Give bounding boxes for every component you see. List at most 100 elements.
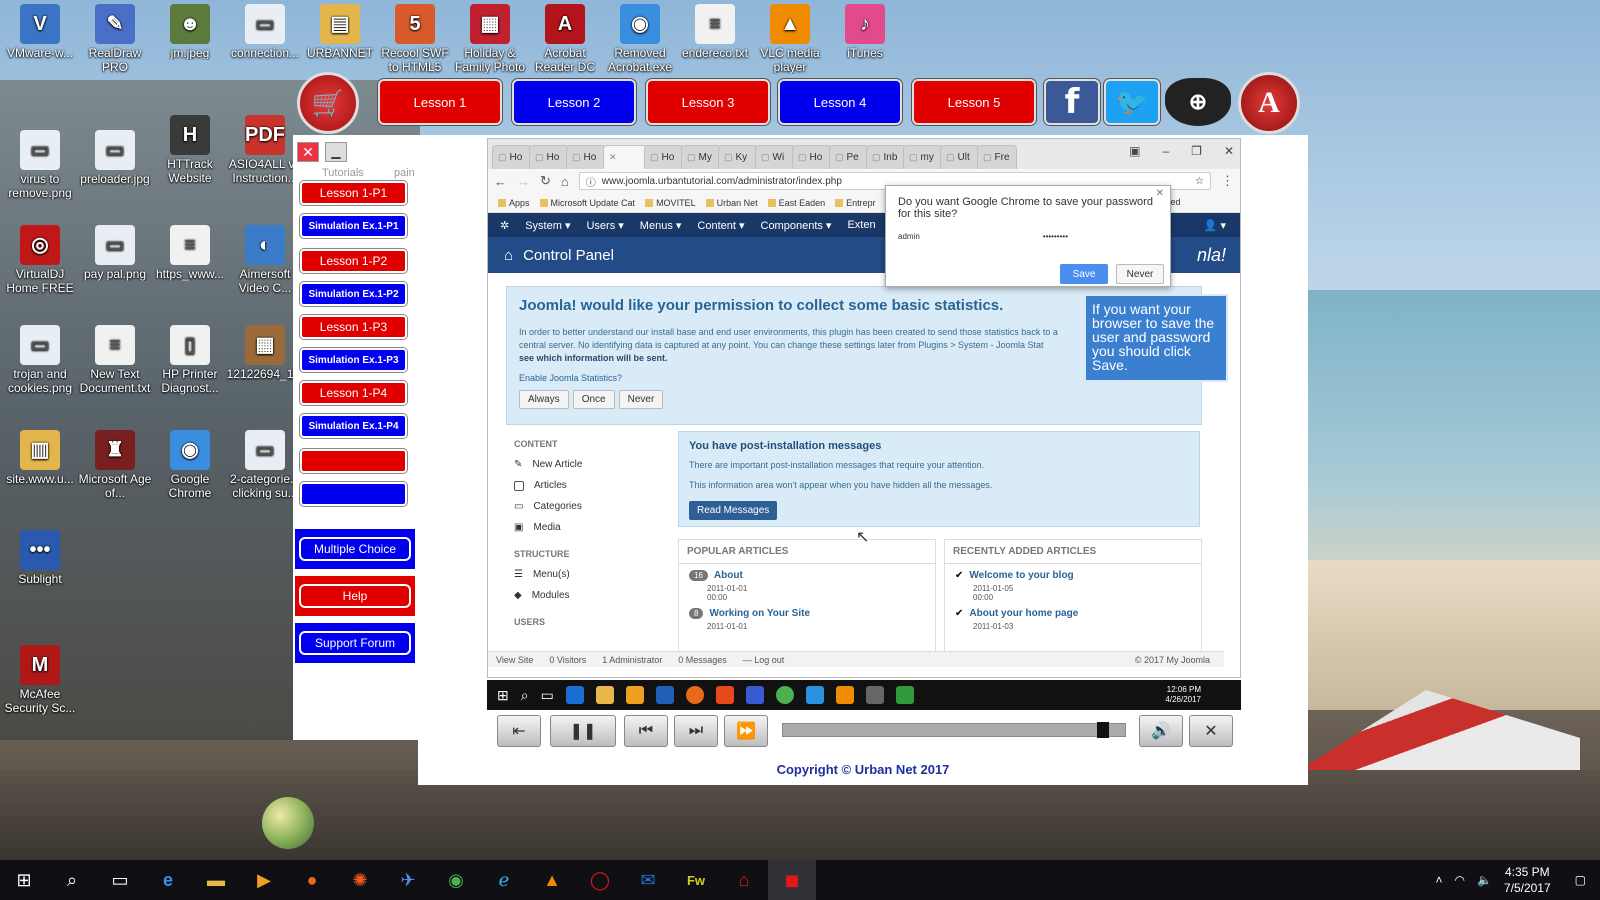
lesson-part-button[interactable] [300, 482, 407, 506]
windows-start-icon[interactable]: ⊞ [497, 687, 509, 704]
list-item[interactable]: 8 Working on Your Site 2011-01-01 [679, 602, 935, 631]
joomla-menu-item[interactable]: System ▾ [525, 219, 570, 232]
desktop-icon[interactable]: ♪ iTunes [825, 4, 905, 60]
search-icon[interactable]: ⌕ [521, 687, 529, 704]
tutorial-app-icon[interactable]: ◼ [768, 860, 816, 900]
desktop-icon[interactable]: 5 Recool SWF to HTML5 [375, 4, 455, 74]
lesson-2-button[interactable]: Lesson 2 [512, 79, 636, 125]
browser-tab[interactable]: ▢ Fre [977, 145, 1017, 169]
lesson-part-button[interactable]: Lesson 1-P1 [300, 181, 407, 205]
popup-close-icon[interactable]: ✕ [1156, 188, 1164, 199]
desktop-icon[interactable]: ▤ URBANNET [300, 4, 380, 60]
stats-once-button[interactable]: Once [572, 390, 615, 409]
firefox-icon[interactable] [685, 686, 704, 704]
volume-button[interactable]: 🔊 [1139, 715, 1183, 747]
sidebar-media[interactable]: ▣ Media [514, 522, 674, 533]
browser-tab[interactable]: ▢ Ho [644, 145, 684, 169]
joomla-menu-item[interactable]: Content ▾ [697, 219, 744, 232]
chrome-icon[interactable] [775, 686, 794, 704]
app-blue-icon[interactable]: ✈ [384, 860, 432, 900]
chevron-up-icon[interactable]: ˄ [1435, 873, 1442, 887]
list-item[interactable]: 16 About 2011-01-01 00:00 [679, 564, 935, 602]
lesson-3-button[interactable]: Lesson 3 [646, 79, 770, 125]
lesson-4-button[interactable]: Lesson 4 [778, 79, 902, 125]
browser-tab[interactable]: ✕ [603, 145, 647, 169]
menu-dots-icon[interactable]: ⋮ [1221, 173, 1234, 189]
multiple-choice-button[interactable]: Multiple Choice [299, 537, 411, 561]
desktop-icon[interactable]: ▥ site.www.u... [0, 430, 80, 486]
previous-button[interactable]: ⏮ [624, 715, 668, 747]
sidebar-new-article[interactable]: ✎ New Article [514, 459, 674, 470]
minimize-icon[interactable]: ▁ [325, 142, 347, 162]
lesson-part-button[interactable]: Lesson 1-P2 [300, 249, 407, 273]
sidebar-categories[interactable]: ▭ Categories [514, 501, 674, 512]
close-window-icon[interactable]: ✕ [1224, 144, 1234, 158]
camtasia-icon[interactable] [895, 686, 914, 704]
browser-tab[interactable]: ▢ My [681, 145, 721, 169]
help-button[interactable]: Help [299, 584, 411, 608]
sidebar-articles[interactable]: Articles [514, 480, 674, 491]
bookmark-item[interactable]: East Eaden [768, 198, 826, 208]
user-menu-icon[interactable]: 👤 ▾ [1204, 219, 1226, 232]
ie-icon[interactable] [805, 686, 824, 704]
restore-window-icon[interactable]: ❐ [1191, 144, 1202, 158]
forward-icon[interactable]: → [517, 174, 530, 189]
desktop-icon[interactable]: ••• Sublight [0, 530, 80, 586]
reload-icon[interactable]: ↻ [540, 173, 551, 189]
browser-tab[interactable]: ▢ Ky [718, 145, 758, 169]
desktop-icon[interactable]: ≡ https_www... [150, 225, 230, 281]
view-site-link[interactable]: View Site [496, 655, 533, 665]
edge-icon[interactable] [565, 686, 584, 704]
fireworks-icon[interactable]: Fw [672, 860, 720, 900]
bookmark-item[interactable]: MOVITEL [645, 198, 696, 208]
home-icon[interactable]: ⌂ [561, 174, 569, 189]
article-link[interactable]: Welcome to your blog [969, 570, 1073, 581]
vlc-icon[interactable] [835, 686, 854, 704]
sidebar-modules[interactable]: ◆ Modules [514, 590, 674, 601]
minimize-window-icon[interactable]: – [1162, 144, 1169, 158]
browser-tab[interactable]: ▢ Ult [940, 145, 980, 169]
folder-icon[interactable] [595, 686, 614, 704]
profile-icon[interactable]: ▣ [1129, 144, 1140, 158]
bookmark-item[interactable]: Apps [498, 198, 530, 208]
calculator-icon[interactable] [865, 686, 884, 704]
support-forum-button[interactable]: Support Forum [299, 631, 411, 655]
read-messages-button[interactable]: Read Messages [689, 501, 778, 520]
firefox-icon[interactable]: ● [288, 860, 336, 900]
desktop-icon[interactable]: ▭ virus to remove.png [0, 130, 80, 200]
bookmark-item[interactable]: Microsoft Update Cat [540, 198, 636, 208]
lesson-part-button[interactable] [300, 449, 407, 473]
desktop-icon[interactable]: ☻ jm.jpeg [150, 4, 230, 60]
task-view-icon[interactable]: ▭ [96, 860, 144, 900]
desktop-icon[interactable]: ◉ Google Chrome [150, 430, 230, 500]
desktop-icon[interactable]: V VMware-w... [0, 4, 80, 60]
desktop-icon[interactable]: ▦ Holiday & Family Photo [450, 4, 530, 74]
task-view-icon[interactable]: ▭ [541, 687, 554, 704]
list-item[interactable]: ✔ Welcome to your blog 2011-01-05 00:00 [945, 564, 1201, 602]
desktop-icon[interactable]: ▭ pay pal.png [75, 225, 155, 281]
article-link[interactable]: About [714, 570, 743, 581]
browser-tab[interactable]: ▢ my [903, 145, 943, 169]
list-item[interactable]: ✔ About your home page 2011-01-03 [945, 602, 1201, 631]
logout-link[interactable]: — Log out [743, 655, 785, 665]
joomla-menu-item[interactable]: Components ▾ [761, 219, 832, 232]
lesson-part-button[interactable]: Lesson 1-P3 [300, 315, 407, 339]
media-player-icon[interactable]: ▶ [240, 860, 288, 900]
star-icon[interactable]: ☆ [1195, 176, 1204, 187]
bookmark-item[interactable]: Entrepr [835, 198, 876, 208]
bookmark-item[interactable]: Urban Net [706, 198, 758, 208]
desktop-icon[interactable]: ◉ Removed Acrobat.exe [600, 4, 680, 74]
speaker-icon[interactable]: 🔈 [1477, 873, 1492, 887]
gamepad-icon[interactable]: ⊕ [1165, 78, 1231, 126]
desktop-icon[interactable]: HHTTrack Website Copier [150, 115, 230, 185]
messages-count[interactable]: 0 Messages [678, 655, 727, 665]
shop-cart-icon[interactable]: 🛒 [297, 72, 359, 134]
desktop-icon[interactable]: ▲ VLC media player [750, 4, 830, 74]
lesson-part-button[interactable]: Simulation Ex.1-P1 [300, 214, 407, 238]
twitter-icon[interactable]: 🐦 [1104, 79, 1160, 125]
joomla-logo-icon[interactable]: ✲ [500, 219, 509, 232]
facebook-icon[interactable]: f [1044, 79, 1100, 125]
pause-button[interactable]: ❚❚ [550, 715, 616, 747]
stats-always-button[interactable]: Always [519, 390, 569, 409]
opera-icon[interactable]: ◯ [576, 860, 624, 900]
